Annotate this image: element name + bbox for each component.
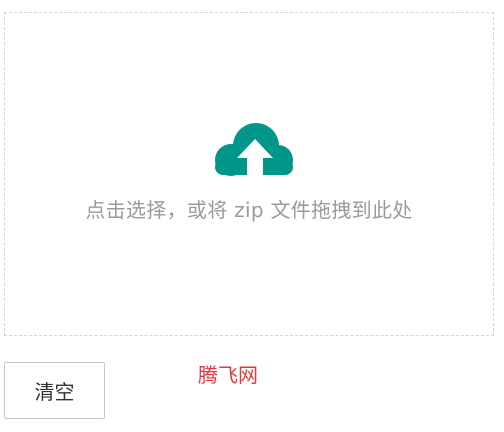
clear-button[interactable]: 清空 — [4, 362, 105, 419]
page: 点击选择，或将 zip 文件拖拽到此处 清空 腾飞网 — [0, 0, 504, 432]
upload-dropzone[interactable]: 点击选择，或将 zip 文件拖拽到此处 — [4, 12, 494, 336]
cloud-upload-icon — [215, 123, 293, 180]
brand-text: 腾飞网 — [198, 363, 258, 387]
upload-hint-text: 点击选择，或将 zip 文件拖拽到此处 — [85, 198, 413, 222]
